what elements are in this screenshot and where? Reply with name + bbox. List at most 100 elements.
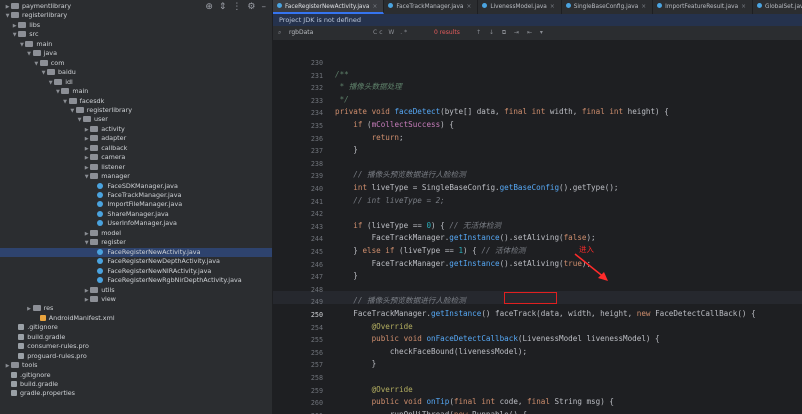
- code-line[interactable]: // 播像头预览数据进行人脸检测: [335, 169, 465, 182]
- close-icon[interactable]: ×: [550, 4, 555, 10]
- code-line[interactable]: if (mCollectSuccess) {: [335, 119, 454, 132]
- code-token: height) {: [627, 107, 669, 117]
- tree-item[interactable]: AndroidManifest.xml: [0, 314, 272, 324]
- code-line[interactable]: if (liveType == 0) { // 无活体检测: [335, 220, 501, 233]
- editor-tab[interactable]: SingleBaseConfig.java ×: [562, 0, 654, 14]
- tree-item[interactable]: .gitignore: [0, 323, 272, 333]
- tree-item[interactable]: FaceRegisterNewDepthActivity.java: [0, 257, 272, 267]
- line-number: 247: [310, 273, 323, 282]
- tree-item-label: user: [94, 115, 108, 124]
- code-area[interactable]: /** * 播像头数据处理 */private void faceDetect(…: [335, 40, 802, 414]
- tree-item[interactable]: FaceRegisterNewNIRActivity.java: [0, 266, 272, 277]
- tree-item[interactable]: ▶ paymentlibrary: [0, 2, 272, 12]
- code-line[interactable]: public void onFaceDetectCallback(Livenes…: [335, 333, 660, 346]
- folder-icon: [11, 12, 19, 19]
- tree-item[interactable]: ▶ model: [0, 228, 272, 239]
- tree-item[interactable]: ▼ idl: [0, 78, 272, 88]
- code-token: code,: [499, 397, 528, 407]
- code-line[interactable]: /**: [335, 69, 349, 82]
- file-icon: [11, 390, 17, 397]
- tree-item[interactable]: ▶ utils: [0, 286, 272, 296]
- find-input[interactable]: rgbData: [289, 26, 313, 40]
- tree-item[interactable]: ImportFileManager.java: [0, 200, 272, 210]
- tree-item[interactable]: build.gradle: [0, 380, 272, 390]
- code-line[interactable]: int liveType = SingleBaseConfig.getBaseC…: [335, 182, 618, 195]
- tree-item[interactable]: ▼ user: [0, 115, 272, 125]
- tree-item[interactable]: ▶ camera: [0, 153, 272, 163]
- code-line[interactable]: // int liveType = 2;: [335, 195, 444, 208]
- tree-item[interactable]: UserInfoManager.java: [0, 219, 272, 229]
- code-line[interactable]: FaceTrackManager.getInstance() faceTrack…: [335, 308, 755, 321]
- tree-item[interactable]: ▼ com: [0, 59, 272, 69]
- tree-item[interactable]: FaceRegisterNewActivity.java: [0, 247, 272, 258]
- folder-icon: [90, 173, 99, 180]
- tree-item[interactable]: ▼ java: [0, 49, 272, 59]
- code-token: ) {: [431, 220, 450, 230]
- tree-item[interactable]: ▼ manager: [0, 172, 272, 182]
- code-line[interactable]: @Override: [335, 384, 413, 397]
- code-line[interactable]: private void faceDetect(byte[] data, fin…: [335, 106, 669, 119]
- code-line[interactable]: checkFaceBound(livenessModel);: [335, 346, 527, 359]
- code-line[interactable]: runOnUiThread(new Runnable() {: [335, 409, 527, 414]
- tree-item[interactable]: build.gradle: [0, 333, 272, 343]
- tree-item[interactable]: ▶ view: [0, 295, 272, 305]
- close-icon[interactable]: ×: [372, 4, 377, 10]
- editor-tab[interactable]: GlobalSet.java×: [753, 0, 802, 14]
- close-icon[interactable]: ×: [741, 4, 746, 10]
- tree-item[interactable]: ▼ register: [0, 238, 272, 248]
- tree-item[interactable]: ▼ registerlibrary: [0, 11, 272, 21]
- tree-item[interactable]: ▶ activity: [0, 125, 272, 135]
- java-icon: [97, 201, 104, 208]
- tree-item[interactable]: ▶ tools: [0, 361, 272, 371]
- find-navigation[interactable]: ↑ ↓ ⧉ ⇥ ⇤ ▾: [476, 26, 546, 40]
- tree-item[interactable]: ▶ listener: [0, 163, 272, 173]
- tree-item-label: ShareManager.java: [107, 209, 169, 218]
- tree-item[interactable]: .gitignore: [0, 371, 272, 381]
- close-icon[interactable]: ×: [641, 4, 646, 10]
- tree-item-label: FaceRegisterNewNIRActivity.java: [107, 266, 212, 275]
- tree-item-label: FaceSDKManager.java: [107, 181, 178, 190]
- code-line[interactable]: * 播像头数据处理: [335, 81, 402, 94]
- tree-item[interactable]: proguard-rules.pro: [0, 352, 272, 362]
- tree-item[interactable]: FaceSDKManager.java: [0, 181, 272, 192]
- line-number: 233: [310, 96, 323, 105]
- tree-item[interactable]: gradle.properties: [0, 389, 272, 399]
- code-line[interactable]: }: [335, 270, 358, 283]
- code-line[interactable]: */: [335, 94, 349, 107]
- tree-item[interactable]: ▼ baidu: [0, 68, 272, 78]
- code-line[interactable]: return;: [335, 132, 404, 145]
- tree-item[interactable]: ▼ main: [0, 40, 272, 50]
- editor-tab[interactable]: FaceRegisterNewActivity.java ×: [273, 0, 385, 14]
- editor-tab[interactable]: ImportFeatureResult.java ×: [653, 0, 754, 14]
- tree-item[interactable]: ▶ res: [0, 304, 272, 314]
- tree-item[interactable]: ▶ adapter: [0, 134, 272, 144]
- code-line[interactable]: // 播像头预览数据进行人脸检测: [335, 295, 465, 308]
- tree-item[interactable]: ▶ callback: [0, 144, 272, 154]
- close-icon[interactable]: ×: [466, 4, 471, 10]
- code-line[interactable]: }: [335, 144, 358, 157]
- code-line[interactable]: }: [335, 358, 377, 371]
- code-token: int: [353, 183, 372, 192]
- code-line[interactable]: FaceTrackManager.getInstance().setAlivin…: [335, 258, 592, 271]
- tree-item[interactable]: ▼ main: [0, 87, 272, 97]
- jdk-notice-banner[interactable]: Project JDK is not defined: [273, 14, 802, 26]
- editor-tab[interactable]: FaceTrackManager.java ×: [384, 0, 479, 14]
- find-options[interactable]: Cc W .*: [373, 26, 409, 40]
- tree-item[interactable]: ▼ facesdk: [0, 97, 272, 107]
- tree-item[interactable]: consumer-rules.pro: [0, 342, 272, 352]
- code-line[interactable]: public void onTip(final int code, final …: [335, 396, 614, 409]
- code-token: FaceTrackManager.: [335, 258, 450, 268]
- editor-tab[interactable]: LivenessModel.java ×: [478, 0, 562, 14]
- editor-tab-label: GlobalSet.java: [765, 4, 802, 10]
- tree-item[interactable]: ▼ registerlibrary: [0, 106, 272, 116]
- tree-item[interactable]: FaceTrackManager.java: [0, 191, 272, 201]
- code-line[interactable]: } else if (liveType == 1) { // 活体检测: [335, 245, 525, 258]
- tree-item-label: model: [101, 228, 122, 237]
- tree-item[interactable]: ShareManager.java: [0, 209, 272, 220]
- tree-item[interactable]: ▼ src: [0, 30, 272, 40]
- tree-item[interactable]: FaceRegisterNewRgbNirDepthActivity.java: [0, 276, 272, 286]
- find-bar: ⌕ rgbData Cc W .* 0 results ↑ ↓ ⧉ ⇥ ⇤ ▾: [273, 26, 802, 41]
- tree-item[interactable]: ▶ libs: [0, 21, 272, 31]
- code-line[interactable]: @Override: [335, 321, 413, 334]
- code-line[interactable]: FaceTrackManager.getInstance().setAlivin…: [335, 232, 596, 245]
